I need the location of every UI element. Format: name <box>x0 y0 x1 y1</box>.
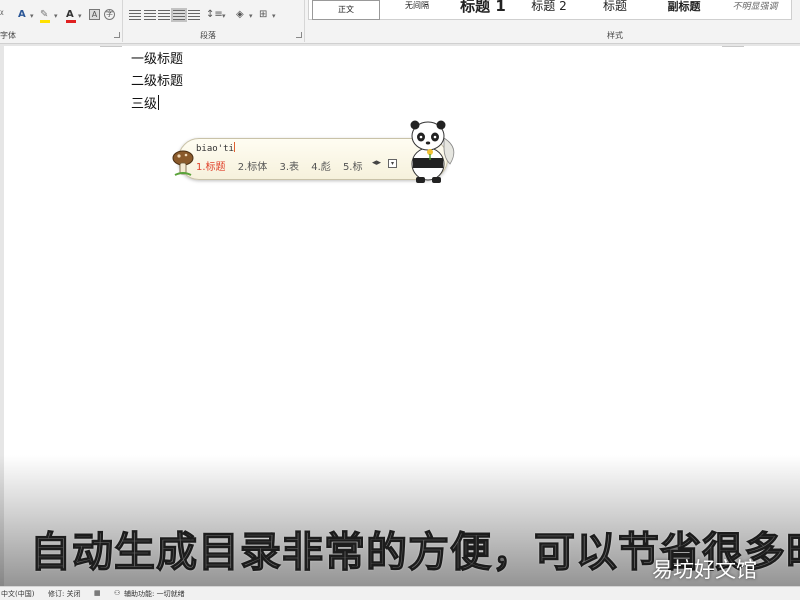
highlight-pen-icon[interactable]: ✎ <box>40 9 51 23</box>
borders-icon[interactable]: ⊞ <box>259 9 267 21</box>
ime-candidate[interactable]: 2.标体 <box>238 158 268 173</box>
style-subtle-emphasis[interactable]: 不明显强调 <box>719 0 791 19</box>
align-center-icon[interactable] <box>144 10 156 20</box>
ime-caret <box>233 142 235 152</box>
style-subtitle[interactable]: 副标题 <box>649 0 719 18</box>
style-label: 正文 <box>338 5 354 14</box>
style-no-spacing[interactable]: 无间隔 <box>383 0 451 20</box>
status-language[interactable]: 中文(中国) <box>1 589 34 599</box>
chevron-down-icon[interactable]: ▾ <box>78 12 82 20</box>
style-heading-1[interactable]: 标题 1 <box>449 0 517 15</box>
doc-line-text: 三级 <box>131 97 158 112</box>
chevron-down-icon[interactable]: ▾ <box>272 12 276 20</box>
status-track-changes[interactable]: 修订: 关闭 <box>48 589 81 599</box>
paragraph-group-label: 段落 <box>200 31 216 40</box>
character-shading-icon[interactable]: A <box>89 9 100 20</box>
style-label: 副标题 <box>667 0 701 13</box>
chevron-down-icon[interactable]: ▾ <box>30 12 34 20</box>
ime-candidate-window: biao'ti 1.标题 2.标体 3.表 4.彪 5.标 ◂▸ ▾ <box>172 120 456 183</box>
doc-line-heading-3[interactable]: 三级 <box>131 95 160 114</box>
style-label: 不明显强调 <box>732 2 778 12</box>
clear-format-icon[interactable]: ᵡ <box>0 9 4 21</box>
doc-line-heading-1[interactable]: 一级标题 <box>131 51 183 69</box>
ime-candidate-list: 1.标题 2.标体 3.表 4.彪 5.标 <box>196 158 371 173</box>
ime-candidate[interactable]: 3.表 <box>279 158 299 173</box>
paragraph-dialog-launcher-icon[interactable] <box>296 32 302 38</box>
macro-record-icon[interactable]: ▦ <box>94 589 101 597</box>
margin-corner-mark <box>100 46 122 47</box>
styles-group-label: 样式 <box>607 31 623 40</box>
align-right-icon[interactable] <box>158 10 170 20</box>
doc-line-heading-2[interactable]: 二级标题 <box>131 73 183 91</box>
ribbon-divider <box>122 0 123 42</box>
ribbon: ᵡ A ▾ ✎ ▾ A ▾ A 字 字体 ↕≡ ▾ ◈ ▾ ⊞ ▾ 段落 正文 … <box>0 0 800 44</box>
font-dialog-launcher-icon[interactable] <box>114 32 120 38</box>
align-left-icon[interactable] <box>129 10 141 20</box>
style-label: 标题 <box>602 0 627 13</box>
style-label: 标题 1 <box>460 0 506 15</box>
accessibility-icon[interactable]: ⚇ <box>114 589 120 597</box>
font-group-label: 字体 <box>0 31 16 40</box>
ime-composition-text: biao'ti <box>196 144 234 154</box>
ime-page-arrows-icon[interactable]: ◂▸ <box>372 158 381 168</box>
chevron-down-icon[interactable]: ▾ <box>249 12 253 20</box>
ime-menu-icon[interactable]: ▾ <box>388 159 397 168</box>
status-accessibility[interactable]: 辅助功能: 一切就绪 <box>124 589 185 599</box>
status-bar: 中文(中国) 修订: 关闭 ▦ ⚇ 辅助功能: 一切就绪 <box>0 586 800 600</box>
ime-candidate[interactable]: 4.彪 <box>311 158 331 173</box>
style-label: 无间隔 <box>405 1 429 10</box>
distributed-align-icon[interactable] <box>188 10 200 20</box>
style-title[interactable]: 标题 <box>581 0 649 17</box>
style-heading-2[interactable]: 标题 2 <box>515 0 583 17</box>
chevron-down-icon[interactable]: ▾ <box>222 12 226 20</box>
panda-mascot-icon <box>410 120 455 183</box>
margin-corner-mark <box>722 46 744 47</box>
mushroom-icon <box>172 150 194 176</box>
font-color-icon[interactable]: A <box>66 9 76 23</box>
text-cursor <box>158 95 160 110</box>
line-spacing-icon[interactable]: ↕≡ <box>206 9 223 21</box>
ribbon-divider <box>304 0 305 42</box>
ime-candidate[interactable]: 1.标题 <box>196 158 226 173</box>
ime-composition: biao'ti <box>196 142 235 154</box>
styles-gallery: 正文 无间隔 标题 1 标题 2 标题 副标题 不明显强调 <box>308 0 792 20</box>
justify-icon[interactable] <box>171 8 187 22</box>
ime-candidate[interactable]: 5.标 <box>343 158 363 173</box>
watermark: 易坊好文馆 <box>652 558 757 582</box>
text-effects-icon[interactable]: A <box>18 9 26 21</box>
style-normal[interactable]: 正文 <box>312 0 380 20</box>
enclose-character-icon[interactable]: 字 <box>104 9 115 20</box>
shading-bucket-icon[interactable]: ◈ <box>236 9 244 21</box>
style-label: 标题 2 <box>531 0 567 13</box>
chevron-down-icon[interactable]: ▾ <box>54 12 58 20</box>
